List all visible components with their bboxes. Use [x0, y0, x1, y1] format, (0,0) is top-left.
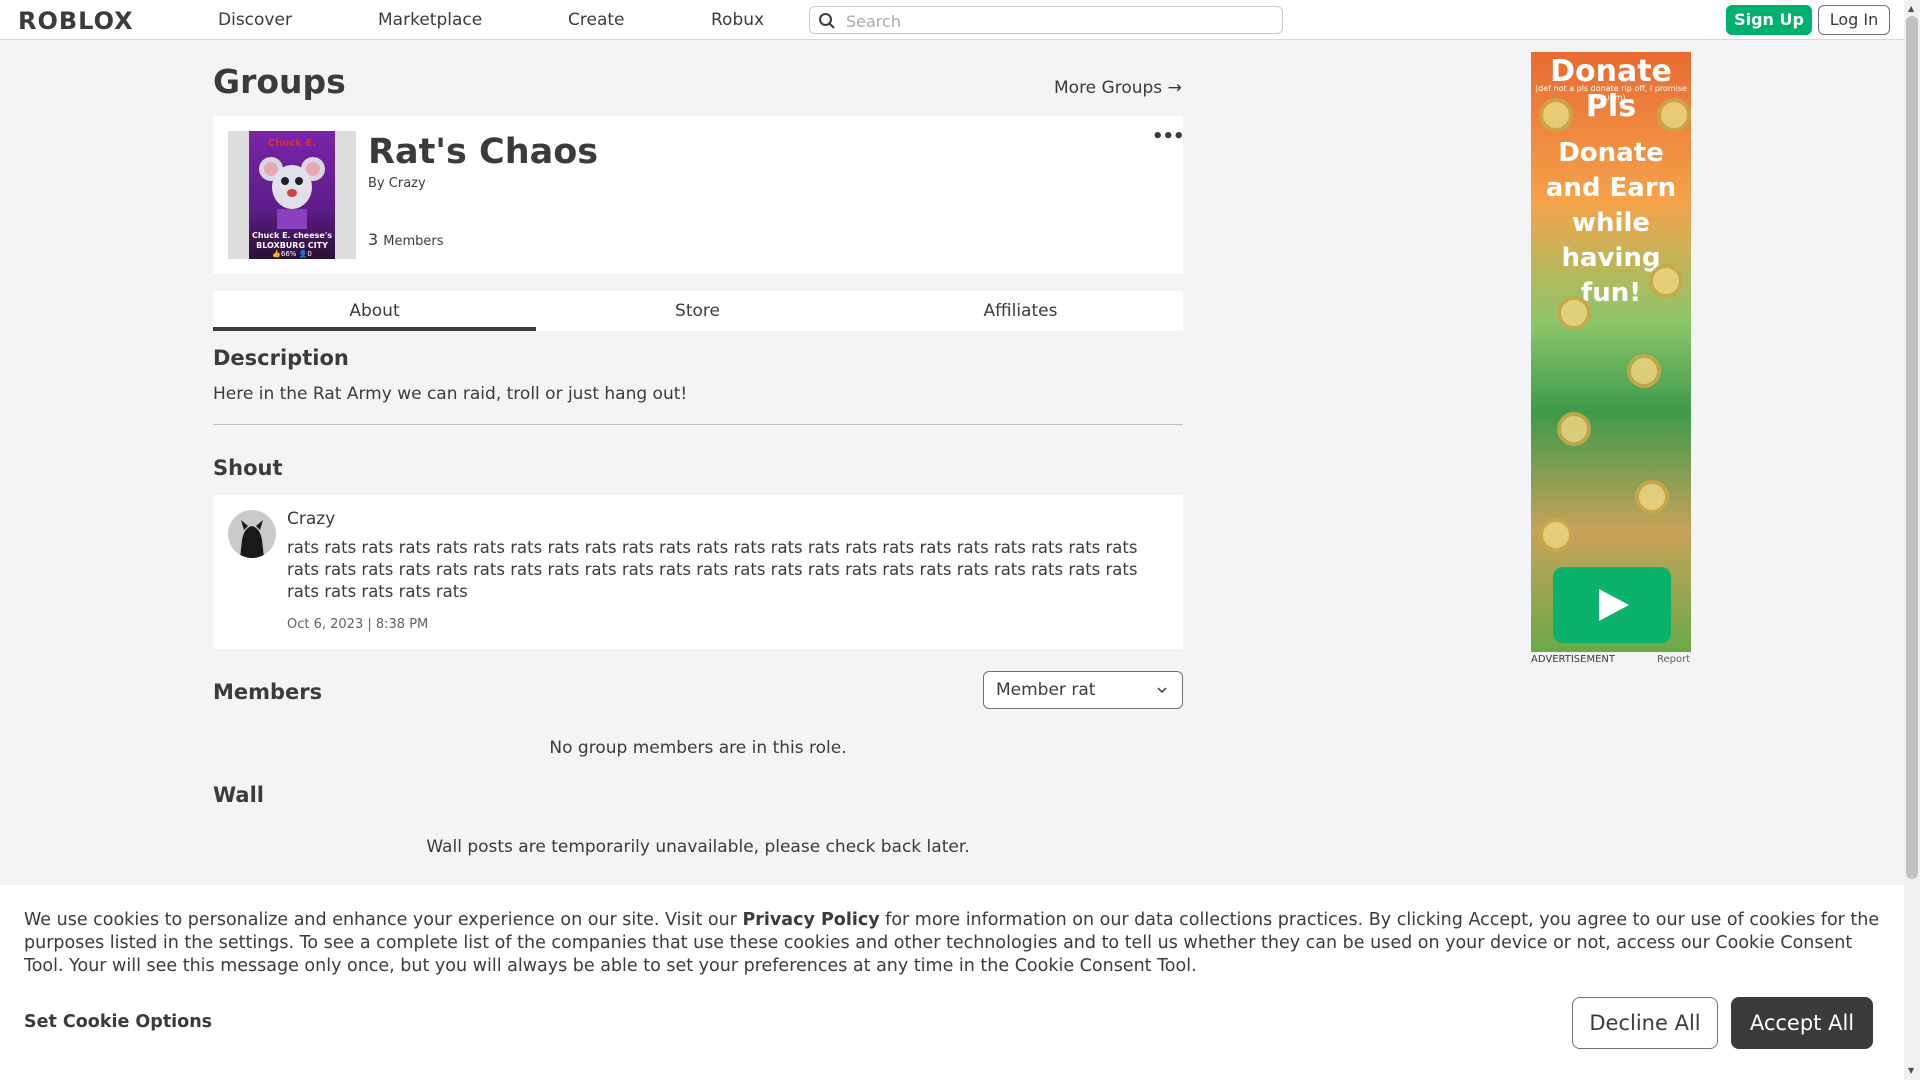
members-heading: Members: [213, 680, 323, 704]
cookie-text-before: We use cookies to personalize and enhanc…: [24, 910, 743, 930]
avatar-icon: [228, 510, 276, 558]
shout-user-avatar[interactable]: [228, 510, 276, 558]
scrollbar-thumb[interactable]: [1906, 16, 1918, 879]
accept-all-button[interactable]: Accept All: [1731, 997, 1873, 1049]
emblem-stats: 👍66% 👤0: [272, 250, 312, 258]
group-header-card: Chuck E. Chuck E. cheese's BLOXBURG CITY…: [213, 116, 1185, 274]
advertisement-label: ADVERTISEMENT: [1531, 654, 1616, 665]
robux-coin-icon: [1539, 98, 1573, 132]
group-tabs: About Store Affiliates: [213, 291, 1183, 331]
robux-coin-icon: [1557, 412, 1591, 446]
ad-report-link[interactable]: Report: [1657, 654, 1690, 665]
role-dropdown-value: Member rat: [996, 680, 1096, 700]
no-members-message: No group members are in this role.: [549, 738, 847, 758]
role-dropdown[interactable]: Member rat: [983, 671, 1183, 709]
robux-coin-icon: [1635, 480, 1669, 514]
more-options-icon[interactable]: •••: [1152, 126, 1185, 147]
nav-link-robux[interactable]: Robux: [711, 10, 764, 30]
robux-coin-icon: [1557, 296, 1591, 330]
decline-all-button[interactable]: Decline All: [1572, 997, 1718, 1049]
robux-coin-icon: [1649, 264, 1683, 298]
section-divider: [213, 424, 1183, 425]
shout-date: Oct 6, 2023 | 8:38 PM: [287, 617, 429, 632]
nav-link-marketplace[interactable]: Marketplace: [378, 10, 482, 30]
log-in-button[interactable]: Log In: [1818, 5, 1890, 35]
member-count-label: Members: [383, 234, 444, 249]
search-box[interactable]: [809, 6, 1283, 34]
search-icon: [819, 13, 835, 29]
wall-unavailable-message: Wall posts are temporarily unavailable, …: [426, 837, 970, 857]
privacy-policy-link[interactable]: Privacy Policy: [742, 910, 879, 930]
shout-card: Crazy rats rats rats rats rats rats rats…: [213, 495, 1183, 649]
chevron-down-icon: [1157, 687, 1167, 694]
group-owner-link[interactable]: Crazy: [389, 176, 426, 191]
play-icon: [1599, 589, 1629, 621]
tab-store[interactable]: Store: [536, 291, 859, 331]
shout-heading: Shout: [213, 456, 283, 480]
member-count-value: 3: [368, 230, 379, 249]
group-description: Here in the Rat Army we can raid, troll …: [213, 384, 688, 404]
scroll-up-arrow-icon[interactable]: ▲: [1908, 4, 1914, 13]
search-input[interactable]: [844, 9, 1268, 33]
robux-coin-icon: [1657, 98, 1691, 132]
page-title: Groups: [213, 62, 346, 101]
by-label: By: [368, 176, 385, 191]
ad-play-button[interactable]: [1553, 567, 1671, 643]
nav-link-create[interactable]: Create: [568, 10, 625, 30]
shout-username[interactable]: Crazy: [287, 509, 335, 529]
robux-coin-icon: [1627, 354, 1661, 388]
group-name: Rat's Chaos: [368, 132, 599, 172]
nav-link-discover[interactable]: Discover: [218, 10, 292, 30]
group-emblem-image: Chuck E. Chuck E. cheese's BLOXBURG CITY…: [249, 131, 335, 259]
cookie-consent-banner: We use cookies to personalize and enhanc…: [0, 885, 1904, 1080]
wall-heading: Wall: [213, 783, 264, 807]
group-member-count: 3 Members: [368, 230, 444, 249]
cookie-message: We use cookies to personalize and enhanc…: [24, 909, 1884, 978]
shout-body: rats rats rats rats rats rats rats rats …: [287, 538, 1138, 601]
roblox-logo[interactable]: ROBLOX: [18, 7, 134, 35]
sign-up-button[interactable]: Sign Up: [1726, 5, 1812, 35]
robux-coin-icon: [1539, 518, 1573, 552]
scroll-down-arrow-icon[interactable]: ▼: [1908, 1066, 1914, 1075]
more-groups-link[interactable]: More Groups →: [1054, 78, 1182, 98]
description-heading: Description: [213, 346, 349, 370]
set-cookie-options-link[interactable]: Set Cookie Options: [24, 1012, 212, 1032]
advertisement-banner[interactable]: Donate Pls (def not a pls donate rip off…: [1531, 52, 1691, 652]
emblem-bottom-text: Chuck E. cheese's BLOXBURG CITY: [251, 231, 333, 250]
tab-affiliates[interactable]: Affiliates: [859, 291, 1182, 331]
top-navigation-bar: ROBLOX Discover Marketplace Create Robux…: [0, 0, 1904, 40]
group-owner-line: By Crazy: [368, 176, 426, 191]
tab-about[interactable]: About: [213, 291, 536, 331]
group-emblem: Chuck E. Chuck E. cheese's BLOXBURG CITY…: [228, 131, 356, 259]
